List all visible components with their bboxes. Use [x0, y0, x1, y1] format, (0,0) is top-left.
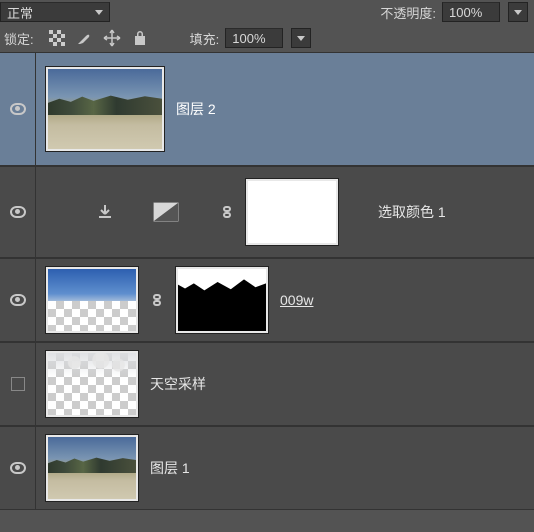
- lock-position-icon[interactable]: [103, 29, 121, 47]
- blend-row: 正常 不透明度: 100%: [0, 0, 534, 24]
- layer-row[interactable]: 图层 1: [0, 426, 534, 510]
- layers-panel: 图层 2 选取颜色 1: [0, 52, 534, 510]
- chevron-down-icon: [514, 10, 522, 15]
- layer-name[interactable]: 天空采样: [150, 374, 206, 394]
- adjustment-selective-color-icon: [152, 202, 180, 222]
- opacity-field[interactable]: 100%: [442, 2, 500, 22]
- lock-pixels-icon[interactable]: [75, 29, 93, 47]
- layer-thumbnail[interactable]: [46, 351, 138, 417]
- visibility-toggle[interactable]: [0, 427, 36, 509]
- fill-stepper[interactable]: [291, 28, 311, 48]
- link-icon: [150, 291, 164, 309]
- visibility-toggle[interactable]: [0, 167, 36, 257]
- clipping-arrow-icon: [98, 205, 112, 219]
- chevron-down-icon: [95, 10, 103, 15]
- lock-label: 锁定:: [4, 29, 34, 48]
- layer-name[interactable]: 009w: [280, 292, 313, 308]
- visibility-toggle[interactable]: [0, 343, 36, 425]
- lock-all-icon[interactable]: [131, 29, 149, 47]
- opacity-value: 100%: [449, 5, 482, 20]
- fill-value: 100%: [232, 31, 265, 46]
- eye-icon: [10, 294, 26, 306]
- link-icon: [220, 203, 234, 221]
- visibility-toggle[interactable]: [0, 259, 36, 341]
- layer-mask-thumbnail[interactable]: [176, 267, 268, 333]
- visibility-off-icon: [11, 377, 25, 391]
- layer-thumbnail[interactable]: [46, 435, 138, 501]
- layer-name[interactable]: 选取颜色 1: [378, 202, 446, 222]
- layer-thumbnail[interactable]: [46, 67, 164, 151]
- layer-name[interactable]: 图层 2: [176, 99, 216, 119]
- eye-icon: [10, 103, 26, 115]
- fill-label: 填充:: [190, 29, 220, 48]
- eye-icon: [10, 462, 26, 474]
- visibility-toggle[interactable]: [0, 53, 36, 165]
- opacity-stepper[interactable]: [508, 2, 528, 22]
- layer-mask-thumbnail[interactable]: [246, 179, 338, 245]
- layer-row[interactable]: 天空采样: [0, 342, 534, 426]
- fill-field[interactable]: 100%: [225, 28, 283, 48]
- chevron-down-icon: [297, 36, 305, 41]
- layer-thumbnail[interactable]: [46, 267, 138, 333]
- opacity-label: 不透明度:: [380, 3, 436, 22]
- blend-mode-value: 正常: [7, 3, 33, 22]
- layer-row[interactable]: 009w: [0, 258, 534, 342]
- layer-name[interactable]: 图层 1: [150, 458, 190, 478]
- layer-row[interactable]: 图层 2: [0, 52, 534, 166]
- lock-transparency-icon[interactable]: [49, 30, 65, 46]
- lock-row: 锁定: 填充: 100%: [0, 24, 534, 52]
- layer-row[interactable]: 选取颜色 1: [0, 166, 534, 258]
- blend-mode-dropdown[interactable]: 正常: [0, 2, 110, 22]
- eye-icon: [10, 206, 26, 218]
